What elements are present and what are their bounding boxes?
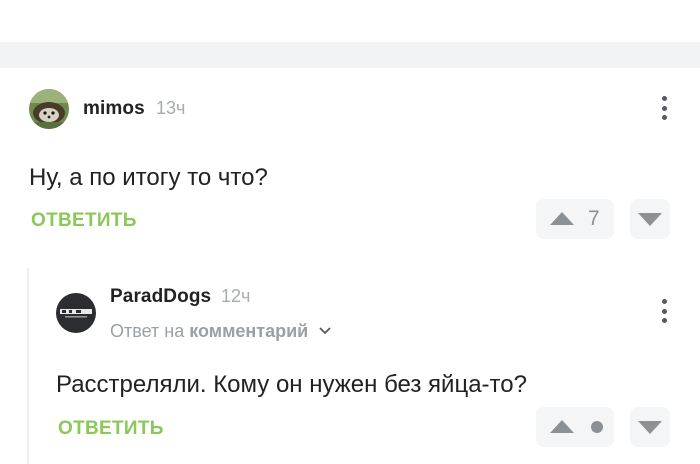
top-spacer xyxy=(0,0,700,42)
downvote-button[interactable] xyxy=(630,407,670,447)
more-options-icon[interactable] xyxy=(657,296,671,326)
reply-to-prefix: Ответ на xyxy=(110,321,185,341)
comment-reply: ParadDogs 12ч Ответ на комментарий Расст… xyxy=(0,268,700,464)
upvote-button[interactable] xyxy=(536,407,614,447)
arrow-up-icon xyxy=(550,212,574,225)
comment-time: 12ч xyxy=(221,286,251,306)
comment-text: Расстреляли. Кому он нужен без яйца-то? xyxy=(56,371,527,398)
arrow-down-icon xyxy=(638,212,662,226)
avatar[interactable] xyxy=(29,89,69,129)
comment-author[interactable]: ParadDogs xyxy=(110,286,211,308)
comment-text: Ну, а по итогу то что? xyxy=(29,164,268,191)
more-options-icon[interactable] xyxy=(657,93,671,123)
comment-score: 7 xyxy=(588,207,600,230)
arrow-down-icon xyxy=(638,420,662,434)
section-divider xyxy=(0,42,700,68)
comment: mimos 13ч Ну, а по итогу то что? Ответит… xyxy=(0,68,700,248)
reply-button[interactable]: Ответить xyxy=(58,418,164,440)
dark-logo-avatar-icon xyxy=(56,293,96,333)
reply-to-line: Ответ на комментарий xyxy=(110,321,331,342)
reply-button[interactable]: Ответить xyxy=(31,210,137,232)
hidden-score-dot xyxy=(591,421,603,433)
arrow-up-icon xyxy=(550,420,574,433)
hedgehog-avatar-icon xyxy=(29,89,69,129)
comment-time: 13ч xyxy=(156,98,186,118)
avatar[interactable] xyxy=(56,293,96,333)
downvote-button[interactable] xyxy=(630,199,670,239)
comment-author[interactable]: mimos xyxy=(83,98,145,120)
reply-to-link[interactable]: комментарий xyxy=(189,321,308,341)
upvote-button[interactable]: 7 xyxy=(536,199,614,239)
chevron-down-icon[interactable] xyxy=(319,327,331,335)
